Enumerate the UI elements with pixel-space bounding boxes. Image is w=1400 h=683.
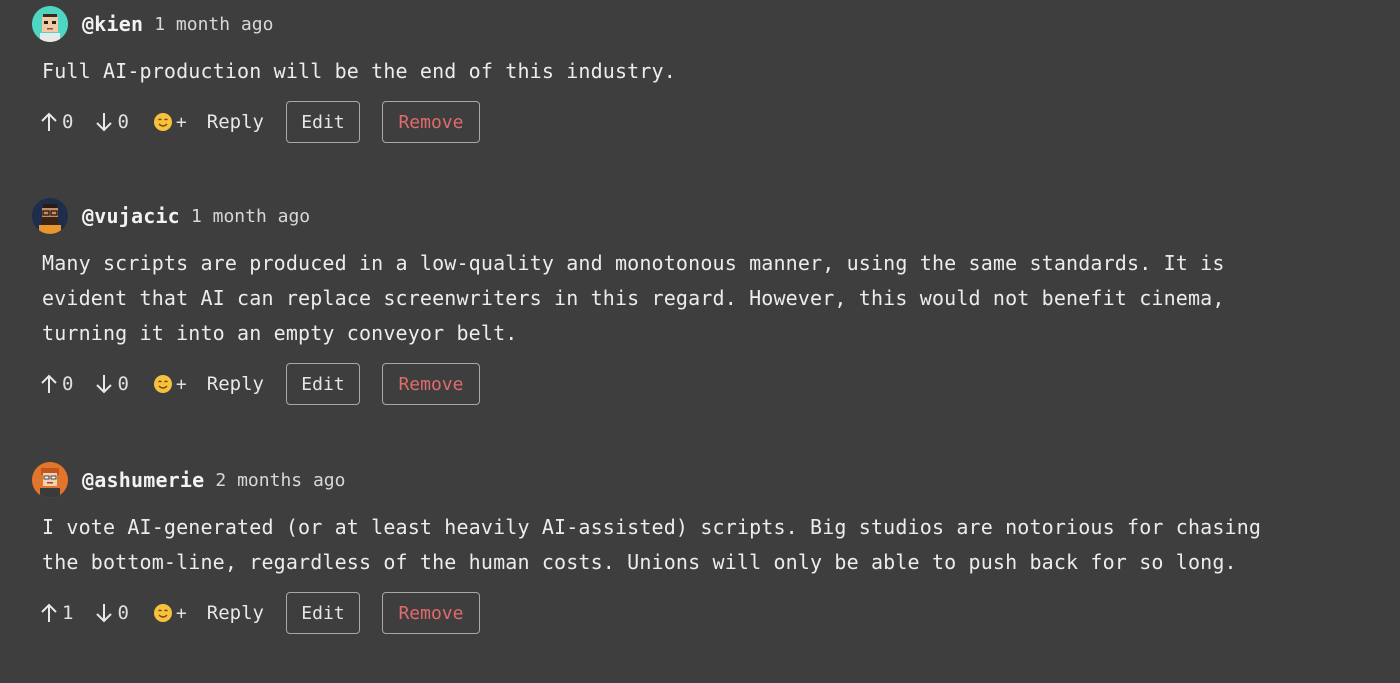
add-reaction-button[interactable]: + xyxy=(153,603,187,624)
upvote-button[interactable]: 0 xyxy=(40,111,73,133)
comment: @vujacic 1 month ago Many scripts are pr… xyxy=(0,196,1400,407)
upvote-count: 0 xyxy=(62,111,74,133)
reaction-plus: + xyxy=(175,373,187,395)
smiley-add-icon xyxy=(153,113,172,131)
reaction-plus: + xyxy=(175,602,187,624)
downvote-button[interactable]: 0 xyxy=(95,373,129,395)
remove-button[interactable]: Remove xyxy=(381,363,480,405)
downvote-count: 0 xyxy=(117,111,129,133)
downvote-button[interactable]: 0 xyxy=(95,111,129,133)
arrow-up-icon xyxy=(41,374,57,393)
smiley-add-icon xyxy=(153,375,172,393)
arrow-up-icon xyxy=(41,112,57,131)
timestamp: 1 month ago xyxy=(190,205,311,227)
timestamp: 1 month ago xyxy=(154,13,274,35)
reply-button[interactable]: Reply xyxy=(207,111,264,133)
avatar[interactable] xyxy=(32,198,68,234)
timestamp: 2 months ago xyxy=(215,469,346,491)
edit-button[interactable]: Edit xyxy=(285,363,360,405)
reaction-plus: + xyxy=(175,111,187,133)
downvote-count: 0 xyxy=(117,373,129,395)
reply-button[interactable]: Reply xyxy=(207,602,264,624)
username[interactable]: @ashumerie xyxy=(82,468,204,492)
remove-button[interactable]: Remove xyxy=(381,101,480,143)
arrow-down-icon xyxy=(96,604,113,623)
upvote-count: 0 xyxy=(62,373,74,395)
comment-header: @ashumerie 2 months ago xyxy=(0,460,1400,500)
downvote-button[interactable]: 0 xyxy=(95,602,129,624)
smiley-add-icon xyxy=(153,604,172,622)
comment: @kien 1 month ago Full AI-production wil… xyxy=(0,4,1400,145)
comment-actions: 1 0 + Reply Edit Remove xyxy=(40,590,1400,636)
username[interactable]: @kien xyxy=(82,12,143,36)
comment-body: Many scripts are produced in a low-quali… xyxy=(42,251,1225,345)
comment-actions: 0 0 + Reply Edit Remove xyxy=(40,361,1400,407)
upvote-button[interactable]: 0 xyxy=(40,373,73,395)
comment-list: @kien 1 month ago Full AI-production wil… xyxy=(0,0,1400,683)
comment-header: @kien 1 month ago xyxy=(0,4,1400,44)
avatar[interactable] xyxy=(32,6,68,42)
comment-body: I vote AI-generated (or at least heavily… xyxy=(42,515,1262,574)
edit-button[interactable]: Edit xyxy=(285,592,360,634)
arrow-down-icon xyxy=(96,113,113,132)
add-reaction-button[interactable]: + xyxy=(153,374,187,395)
comment-body: Full AI-production will be the end of th… xyxy=(42,59,676,83)
username[interactable]: @vujacic xyxy=(82,204,180,228)
arrow-down-icon xyxy=(96,375,113,394)
comment-header: @vujacic 1 month ago xyxy=(0,196,1400,236)
upvote-count: 1 xyxy=(62,602,74,624)
upvote-button[interactable]: 1 xyxy=(40,602,73,624)
reply-button[interactable]: Reply xyxy=(207,373,264,395)
comment: @ashumerie 2 months ago I vote AI-genera… xyxy=(0,460,1400,636)
comment-actions: 0 0 + Reply Edit Remove xyxy=(40,99,1400,145)
arrow-up-icon xyxy=(41,603,57,622)
edit-button[interactable]: Edit xyxy=(285,101,360,143)
avatar[interactable] xyxy=(32,462,68,498)
add-reaction-button[interactable]: + xyxy=(153,112,187,133)
downvote-count: 0 xyxy=(117,602,129,624)
remove-button[interactable]: Remove xyxy=(381,592,480,634)
